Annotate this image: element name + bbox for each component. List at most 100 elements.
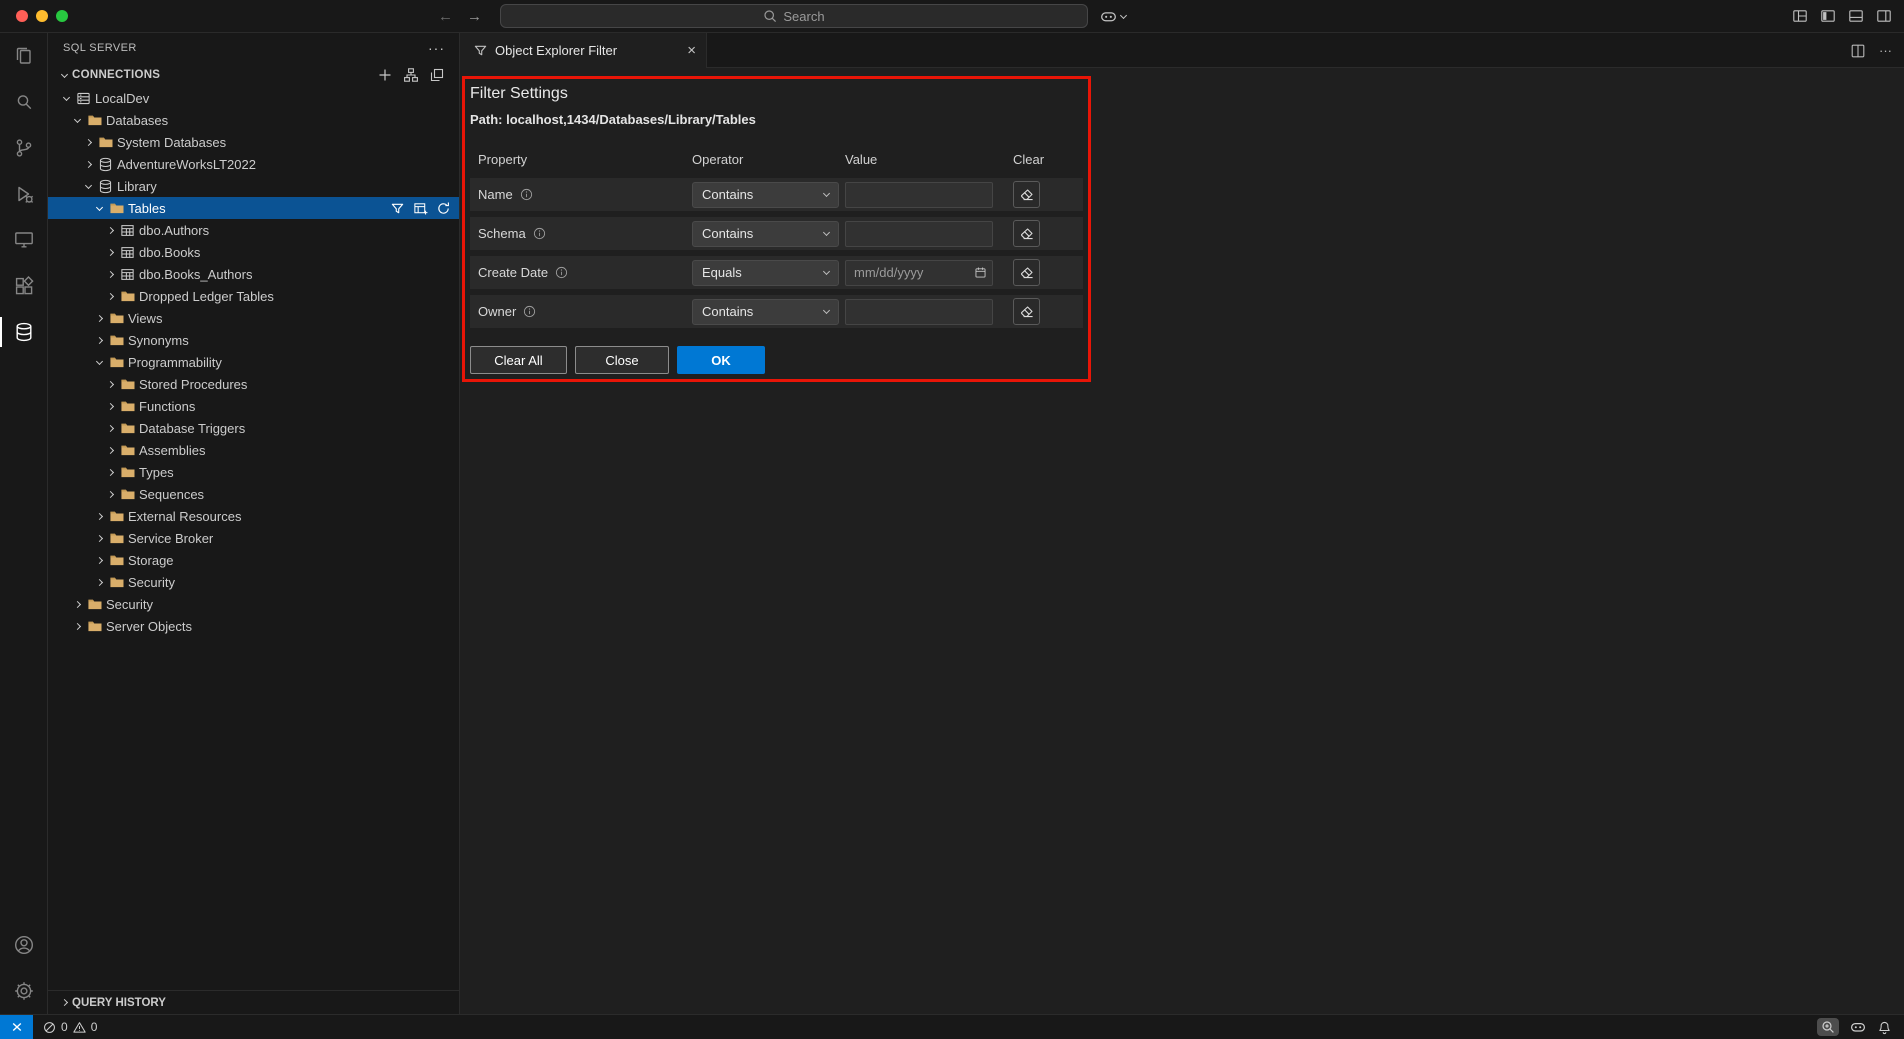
activity-bar-item-source-control[interactable]	[0, 125, 48, 171]
customize-layout-icon[interactable]	[1792, 8, 1808, 24]
chevron-right-icon[interactable]	[80, 140, 96, 145]
tree-item-service-broker[interactable]: Service Broker	[48, 527, 459, 549]
copilot-menu-button[interactable]	[1100, 6, 1126, 26]
zoom-indicator[interactable]	[1817, 1018, 1839, 1036]
value-input[interactable]	[845, 221, 993, 247]
search-input[interactable]: Search	[500, 4, 1088, 28]
chevron-right-icon[interactable]	[102, 250, 118, 255]
back-icon[interactable]: ←	[438, 8, 453, 25]
toggle-secondary-sidebar-icon[interactable]	[1876, 8, 1892, 24]
tree-item-localdev[interactable]: LocalDev	[48, 87, 459, 109]
chevron-down-icon[interactable]	[91, 207, 107, 210]
chevron-right-icon[interactable]	[102, 448, 118, 453]
tree-item-programmability[interactable]: Programmability	[48, 351, 459, 373]
info-icon[interactable]	[523, 305, 536, 318]
chevron-right-icon[interactable]	[91, 536, 107, 541]
tree-item-synonyms[interactable]: Synonyms	[48, 329, 459, 351]
chevron-right-icon[interactable]	[69, 602, 85, 607]
operator-select[interactable]: Contains	[692, 182, 839, 208]
clear-all-button[interactable]: Clear All	[470, 346, 567, 374]
editor-more-actions-icon[interactable]: ···	[1879, 43, 1892, 58]
tree-item-security[interactable]: Security	[48, 571, 459, 593]
tree-item-external-resources[interactable]: External Resources	[48, 505, 459, 527]
activity-bar-item-remote-explorer[interactable]	[0, 217, 48, 263]
chevron-right-icon[interactable]	[102, 492, 118, 497]
clear-row-button[interactable]	[1013, 259, 1040, 286]
minimize-window-button[interactable]	[36, 10, 48, 22]
activity-bar-item-run-and-debug[interactable]	[0, 171, 48, 217]
value-input[interactable]	[845, 299, 993, 325]
info-icon[interactable]	[533, 227, 546, 240]
chevron-right-icon[interactable]	[102, 404, 118, 409]
chevron-down-icon[interactable]	[69, 119, 85, 122]
zoom-window-button[interactable]	[56, 10, 68, 22]
tree-item-dbo-books[interactable]: dbo.Books	[48, 241, 459, 263]
clear-row-button[interactable]	[1013, 220, 1040, 247]
operator-select[interactable]: Equals	[692, 260, 839, 286]
tree-item-tables[interactable]: Tables	[48, 197, 459, 219]
refresh-icon[interactable]	[436, 201, 451, 216]
chevron-right-icon[interactable]	[102, 228, 118, 233]
value-input[interactable]	[845, 182, 993, 208]
tree-item-dbo-books-authors[interactable]: dbo.Books_Authors	[48, 263, 459, 285]
tree-item-dropped-ledger-tables[interactable]: Dropped Ledger Tables	[48, 285, 459, 307]
filter-icon[interactable]	[390, 201, 405, 216]
tree-item-sequences[interactable]: Sequences	[48, 483, 459, 505]
toggle-primary-sidebar-icon[interactable]	[1820, 8, 1836, 24]
activity-bar-item-settings[interactable]	[0, 968, 48, 1014]
notifications-bell-icon[interactable]	[1877, 1020, 1892, 1035]
ok-button[interactable]: OK	[677, 346, 765, 374]
close-window-button[interactable]	[16, 10, 28, 22]
copilot-status-icon[interactable]	[1850, 1019, 1866, 1035]
chevron-right-icon[interactable]	[91, 514, 107, 519]
chevron-right-icon[interactable]	[102, 426, 118, 431]
collapse-all-icon[interactable]	[429, 67, 445, 83]
chevron-right-icon[interactable]	[91, 580, 107, 585]
tab-object-explorer-filter[interactable]: Object Explorer Filter ×	[460, 33, 707, 68]
tree-item-views[interactable]: Views	[48, 307, 459, 329]
close-button[interactable]: Close	[575, 346, 669, 374]
chevron-right-icon[interactable]	[80, 162, 96, 167]
chevron-right-icon[interactable]	[102, 294, 118, 299]
forward-icon[interactable]: →	[467, 8, 482, 25]
connections-section-header[interactable]: CONNECTIONS	[48, 63, 459, 87]
calendar-icon[interactable]	[974, 266, 987, 279]
operator-select[interactable]: Contains	[692, 221, 839, 247]
tree-item-types[interactable]: Types	[48, 461, 459, 483]
connection-groups-icon[interactable]	[403, 67, 419, 83]
tree-item-functions[interactable]: Functions	[48, 395, 459, 417]
tree-item-storage[interactable]: Storage	[48, 549, 459, 571]
tree-item-system-databases[interactable]: System Databases	[48, 131, 459, 153]
chevron-right-icon[interactable]	[91, 316, 107, 321]
add-connection-icon[interactable]	[377, 67, 393, 83]
activity-bar-item-account[interactable]	[0, 922, 48, 968]
chevron-down-icon[interactable]	[58, 97, 74, 100]
sidebar-more-actions-icon[interactable]: ···	[428, 40, 445, 56]
tree-item-database-triggers[interactable]: Database Triggers	[48, 417, 459, 439]
tree-item-server-objects[interactable]: Server Objects	[48, 615, 459, 637]
operator-select[interactable]: Contains	[692, 299, 839, 325]
tree-item-assemblies[interactable]: Assemblies	[48, 439, 459, 461]
chevron-right-icon[interactable]	[69, 624, 85, 629]
new-table-icon[interactable]	[413, 201, 428, 216]
chevron-right-icon[interactable]	[102, 272, 118, 277]
tree-item-security[interactable]: Security	[48, 593, 459, 615]
close-tab-icon[interactable]: ×	[687, 42, 696, 59]
toggle-panel-icon[interactable]	[1848, 8, 1864, 24]
info-icon[interactable]	[520, 188, 533, 201]
clear-row-button[interactable]	[1013, 298, 1040, 325]
tree-item-stored-procedures[interactable]: Stored Procedures	[48, 373, 459, 395]
activity-bar-item-search[interactable]	[0, 79, 48, 125]
split-editor-icon[interactable]	[1850, 43, 1866, 59]
clear-row-button[interactable]	[1013, 181, 1040, 208]
activity-bar-item-extensions[interactable]	[0, 263, 48, 309]
chevron-down-icon[interactable]	[80, 185, 96, 188]
chevron-right-icon[interactable]	[102, 470, 118, 475]
tree-item-databases[interactable]: Databases	[48, 109, 459, 131]
tree-item-library[interactable]: Library	[48, 175, 459, 197]
remote-indicator[interactable]	[0, 1015, 33, 1039]
tree-item-dbo-authors[interactable]: dbo.Authors	[48, 219, 459, 241]
query-history-section-header[interactable]: QUERY HISTORY	[48, 990, 459, 1014]
problems-status[interactable]: 0 0	[33, 1020, 107, 1034]
activity-bar-item-sql-server[interactable]	[0, 309, 48, 355]
